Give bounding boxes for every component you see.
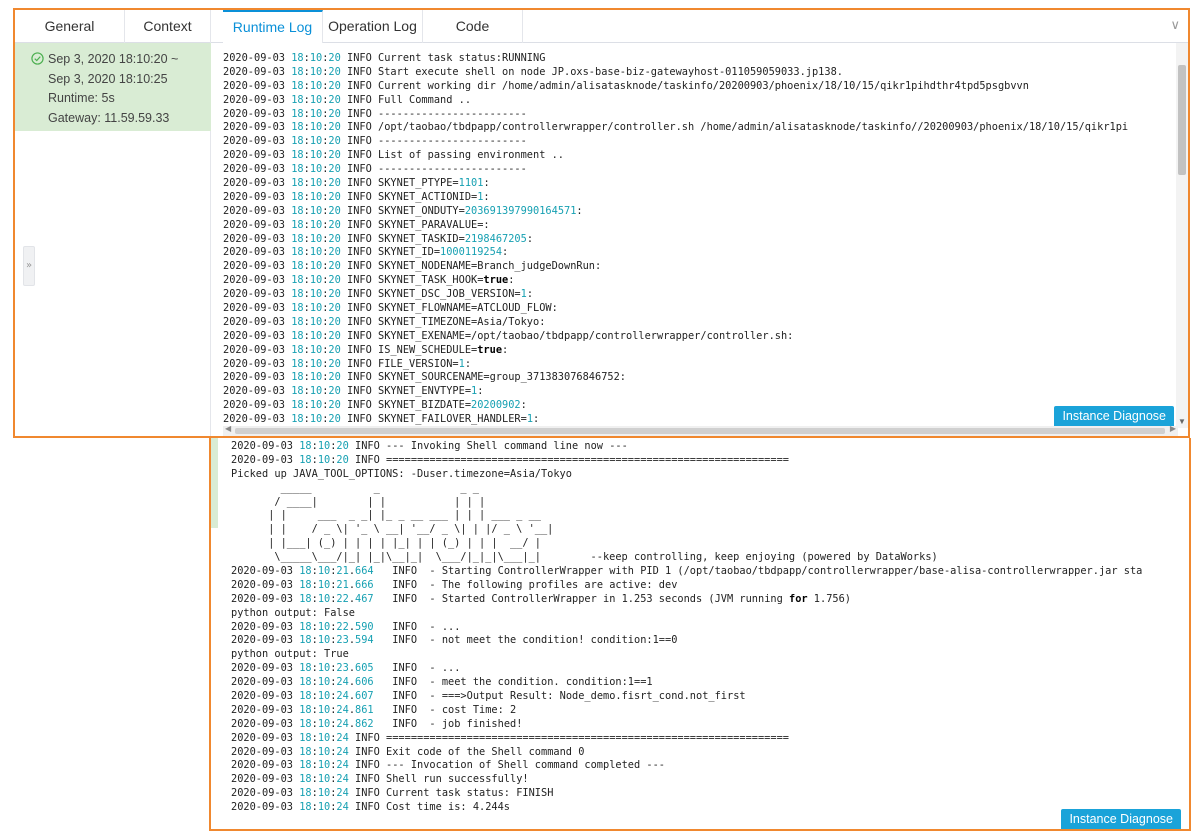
log-line: 2020-09-03 18:10:20 INFO SKYNET_PARAVALU… (223, 218, 490, 231)
scroll-down-arrow-icon[interactable]: ▼ (1178, 417, 1186, 426)
tab-operation-log[interactable]: Operation Log (323, 10, 423, 43)
instance-gateway: Gateway: 11.59.59.33 (48, 110, 170, 125)
instance-item[interactable]: Sep 3, 2020 18:10:20 ~ Sep 3, 2020 18:10… (15, 43, 211, 131)
log-line: \_____\___/|_| |_|\__|_| \___/|_|_|\___|… (231, 551, 938, 564)
log-line: | |___| (_) | | | | |_| | | (_) | | | __… (231, 537, 541, 550)
log-line: 2020-09-03 18:10:24 INFO Current task st… (231, 787, 554, 800)
log-line: 2020-09-03 18:10:20 INFO SKYNET_EXENAME=… (223, 329, 794, 342)
log-line: 2020-09-03 18:10:21.664 INFO - Starting … (231, 565, 1143, 578)
log-line: 2020-09-03 18:10:20 INFO SKYNET_ONDUTY=2… (223, 204, 583, 217)
tab-runtime-log[interactable]: Runtime Log (223, 10, 323, 44)
scrollbar-thumb[interactable] (235, 428, 1165, 434)
log-line: 2020-09-03 18:10:20 INFO SKYNET_FLOWNAME… (223, 302, 558, 315)
log-line: 2020-09-03 18:10:24 INFO ===============… (231, 731, 789, 744)
horizontal-scrollbar[interactable]: ◀ ▶ (223, 424, 1178, 436)
log-line: 2020-09-03 18:10:24 INFO --- Invocation … (231, 759, 665, 772)
instance-diagnose-button[interactable]: Instance Diagnose (1054, 406, 1174, 426)
log-line: python output: False (231, 606, 355, 619)
log-line: 2020-09-03 18:10:20 INFO SKYNET_FAILOVER… (223, 413, 540, 426)
log-line: 2020-09-03 18:10:20 INFO Start execute s… (223, 65, 843, 78)
log-line: 2020-09-03 18:10:22.590 INFO - ... (231, 620, 461, 633)
log-line: 2020-09-03 18:10:23.594 INFO - not meet … (231, 634, 678, 647)
instance-end-time: Sep 3, 2020 18:10:25 (48, 71, 168, 86)
instance-diagnose-button[interactable]: Instance Diagnose (1061, 809, 1181, 829)
log-line: 2020-09-03 18:10:24 INFO Shell run succe… (231, 773, 529, 786)
instance-start-time: Sep 3, 2020 18:10:20 ~ (48, 52, 179, 66)
instance-strip (211, 438, 218, 528)
log-line: 2020-09-03 18:10:20 INFO SKYNET_ID=10001… (223, 246, 509, 259)
log-line: 2020-09-03 18:10:20 INFO FILE_VERSION=1: (223, 357, 472, 370)
log-line: 2020-09-03 18:10:20 INFO IS_NEW_SCHEDULE… (223, 343, 509, 356)
log-line: 2020-09-03 18:10:20 INFO /opt/taobao/tbd… (223, 121, 1129, 134)
log-line: 2020-09-03 18:10:20 INFO SKYNET_TIMEZONE… (223, 315, 546, 328)
instance-sidebar: Sep 3, 2020 18:10:20 ~ Sep 3, 2020 18:10… (15, 43, 211, 436)
tab-general[interactable]: General (15, 10, 125, 43)
log-line: 2020-09-03 18:10:20 INFO SKYNET_TASK_HOO… (223, 274, 515, 287)
log-line: Picked up JAVA_TOOL_OPTIONS: -Duser.time… (231, 467, 572, 480)
log-line: 2020-09-03 18:10:24.862 INFO - job finis… (231, 717, 523, 730)
log-line: 2020-09-03 18:10:20 INFO SKYNET_ENVTYPE=… (223, 385, 484, 398)
tab-bar: General Context Runtime Log Operation Lo… (15, 10, 1188, 44)
log-line: 2020-09-03 18:10:24.606 INFO - meet the … (231, 676, 653, 689)
runtime-log-text: 2020-09-03 18:10:20 INFO Current task st… (223, 52, 1173, 430)
instance-runtime: Runtime: 5s (48, 91, 115, 105)
log-line: 2020-09-03 18:10:23.605 INFO - ... (231, 662, 461, 675)
scrollbar-thumb[interactable] (1178, 65, 1186, 175)
double-chevron-down-icon[interactable]: ∨ (1170, 18, 1180, 33)
log-line: 2020-09-03 18:10:20 INFO ---------------… (223, 163, 527, 176)
log-line: 2020-09-03 18:10:24.607 INFO - ===>Outpu… (231, 690, 746, 703)
log-line: 2020-09-03 18:10:20 INFO --- Invoking Sh… (231, 440, 628, 452)
tab-code[interactable]: Code (423, 10, 523, 43)
log-line: 2020-09-03 18:10:24 INFO Exit code of th… (231, 745, 585, 758)
log-line: 2020-09-03 18:10:20 INFO SKYNET_TASKID=2… (223, 232, 534, 245)
log-line: 2020-09-03 18:10:20 INFO SKYNET_ACTIONID… (223, 190, 490, 203)
tab-context[interactable]: Context (125, 10, 211, 43)
runtime-log-text-continued: 2020-09-03 18:10:20 INFO --- Invoking Sh… (231, 440, 1181, 812)
log-line: 2020-09-03 18:10:20 INFO SKYNET_NODENAME… (223, 260, 602, 273)
log-line: 2020-09-03 18:10:20 INFO Current task st… (223, 52, 546, 64)
log-line: 2020-09-03 18:10:20 INFO Current working… (223, 79, 1029, 92)
scroll-left-arrow-icon[interactable]: ◀ (225, 424, 231, 433)
log-line: 2020-09-03 18:10:22.467 INFO - Started C… (231, 592, 852, 605)
log-line: 2020-09-03 18:10:24 INFO Cost time is: 4… (231, 801, 511, 812)
log-line: | | ___ _ _| |_ _ __ ___ | | | ___ _ __ (231, 509, 541, 522)
log-line: 2020-09-03 18:10:20 INFO SKYNET_DSC_JOB_… (223, 288, 534, 301)
log-line: / ____| | | | | | (231, 495, 486, 508)
runtime-log-panel-continued: 2020-09-03 18:10:20 INFO --- Invoking Sh… (209, 438, 1191, 831)
check-circle-icon (31, 52, 44, 65)
log-line: _____ _ _ _ (231, 481, 479, 494)
log-line: 2020-09-03 18:10:20 INFO List of passing… (223, 149, 565, 162)
log-line: python output: True (231, 648, 349, 661)
log-line: 2020-09-03 18:10:21.666 INFO - The follo… (231, 578, 678, 591)
log-line: 2020-09-03 18:10:20 INFO SKYNET_PTYPE=11… (223, 177, 490, 190)
vertical-scrollbar[interactable]: ▼ (1176, 43, 1188, 428)
log-line: 2020-09-03 18:10:20 INFO ---------------… (223, 107, 527, 120)
log-line: 2020-09-03 18:10:20 INFO SKYNET_SOURCENA… (223, 371, 626, 384)
log-line: | | / _ \| '_ \ __| '__/ _ \| | |/ _ \ '… (231, 523, 554, 536)
log-line: 2020-09-03 18:10:24.861 INFO - cost Time… (231, 703, 517, 716)
log-line: 2020-09-03 18:10:20 INFO Full Command .. (223, 93, 472, 106)
runtime-log-panel: General Context Runtime Log Operation Lo… (13, 8, 1190, 438)
double-chevron-right-icon[interactable]: » (23, 246, 35, 286)
log-line: 2020-09-03 18:10:20 INFO SKYNET_BIZDATE=… (223, 399, 527, 412)
log-line: 2020-09-03 18:10:20 INFO ---------------… (223, 135, 527, 148)
log-line: 2020-09-03 18:10:20 INFO ===============… (231, 453, 789, 466)
